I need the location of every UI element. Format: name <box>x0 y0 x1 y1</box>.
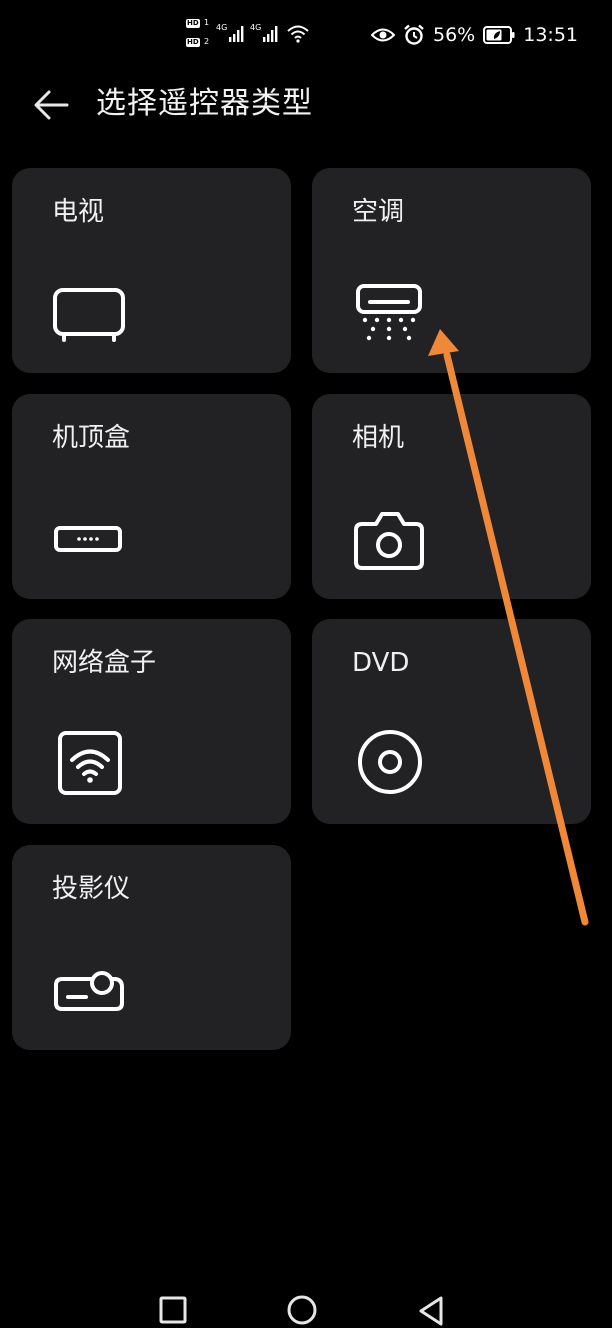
back-icon[interactable] <box>415 1294 449 1328</box>
device-label: 电视 <box>52 197 105 227</box>
signal-icon-2 <box>263 26 278 42</box>
hd-badge-2: HD <box>186 38 200 47</box>
set-top-box-icon <box>52 498 132 578</box>
device-card-dvd[interactable]: DVD <box>312 619 591 824</box>
device-label: 投影仪 <box>52 874 131 904</box>
device-card-network-box[interactable]: 网络盒子 <box>12 619 291 824</box>
hd-badge-1: HD <box>186 19 200 28</box>
network-type-2: 4G <box>250 23 262 32</box>
network-box-icon <box>52 723 132 803</box>
device-label: DVD <box>352 648 410 678</box>
device-card-set-top-box[interactable]: 机顶盒 <box>12 394 291 599</box>
device-card-projector[interactable]: 投影仪 <box>12 845 291 1050</box>
device-card-camera[interactable]: 相机 <box>312 394 591 599</box>
signal-icon <box>229 26 244 42</box>
device-label: 空调 <box>352 197 405 227</box>
alarm-icon <box>404 24 424 45</box>
camera-icon <box>352 498 432 578</box>
eye-icon <box>371 28 395 42</box>
air-conditioner-icon <box>352 272 432 352</box>
device-card-air-conditioner[interactable]: 空调 <box>312 168 591 373</box>
tv-icon <box>52 272 132 352</box>
device-card-tv[interactable]: 电视 <box>12 168 291 373</box>
device-label: 相机 <box>352 423 405 453</box>
hd-badge-2-sub: 2 <box>204 37 210 46</box>
hd-badge-1-sub: 1 <box>204 18 210 27</box>
system-nav-bar <box>0 1280 612 1326</box>
home-icon[interactable] <box>286 1294 320 1328</box>
back-button[interactable] <box>30 84 72 126</box>
status-bar: HD 1 HD 2 4G 4G 56% 13:51 <box>0 0 612 70</box>
battery-percentage: 56% <box>433 24 476 46</box>
recent-apps-icon[interactable] <box>157 1294 191 1328</box>
device-label: 机顶盒 <box>52 423 131 453</box>
network-type-1: 4G <box>216 23 228 32</box>
device-label: 网络盒子 <box>52 648 157 678</box>
page-title: 选择遥控器类型 <box>96 86 313 121</box>
back-arrow-icon <box>34 90 69 120</box>
app-header: 选择遥控器类型 <box>0 70 612 140</box>
battery-icon <box>483 26 515 44</box>
wifi-icon <box>287 25 309 43</box>
clock: 13:51 <box>523 24 578 46</box>
dvd-icon <box>352 723 432 803</box>
status-right-indicators: 56% 13:51 <box>371 22 578 48</box>
projector-icon <box>52 949 132 1029</box>
